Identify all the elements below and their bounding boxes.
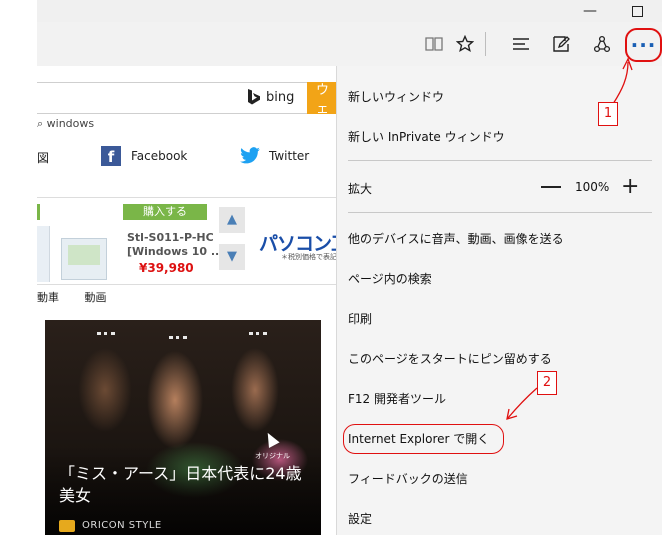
more-icon: ···	[630, 33, 657, 57]
ad-side-image	[37, 226, 50, 282]
annotation-step-1: 1	[598, 102, 618, 126]
menu-item-open-in-ie[interactable]: Internet Explorer で開く	[348, 430, 489, 447]
more-actions-menu: 新しいウィンドウ 新しい InPrivate ウィンドウ 拡大 100% + 他…	[336, 66, 662, 535]
hub-icon[interactable]	[508, 31, 534, 57]
maximize-icon	[631, 5, 643, 17]
ad-scroll-up-button[interactable]: ▲	[219, 207, 245, 233]
reading-view-icon[interactable]	[421, 31, 447, 57]
menu-divider	[348, 160, 652, 161]
ad-banner[interactable]: 購入する Stl-S011-P-HC [Windows 10 ... ¥39,9…	[37, 197, 336, 285]
twitter-link[interactable]: Twitter	[269, 149, 309, 163]
ad-product-price: ¥39,980	[139, 261, 194, 275]
ad-product-image[interactable]	[61, 238, 107, 280]
zoom-value: 100%	[575, 180, 610, 194]
menu-item-devtools[interactable]: F12 開発者ツール	[348, 390, 446, 407]
left-background	[0, 0, 37, 535]
category-item[interactable]: 動画	[85, 291, 107, 304]
facebook-link[interactable]: Facebook	[131, 149, 187, 163]
news-card[interactable]: オリジナル 「ミス・アース」日本代表に24歳美女 ORICON STYLE	[45, 320, 321, 535]
menu-item-cast[interactable]: 他のデバイスに音声、動画、画像を送る	[348, 230, 564, 247]
menu-item-feedback[interactable]: フィードバックの送信	[348, 470, 468, 487]
search-tab[interactable]: ウェ	[307, 82, 336, 117]
toolbar-separator	[485, 32, 486, 56]
ad-accent	[37, 204, 40, 220]
maximize-button[interactable]	[620, 0, 654, 22]
zoom-out-button[interactable]	[541, 186, 561, 188]
title-bar: — ✕	[37, 0, 662, 22]
search-suggestion[interactable]: ⌕ windows	[37, 117, 94, 131]
share-icon[interactable]	[589, 31, 615, 57]
menu-item-new-inprivate[interactable]: 新しい InPrivate ウィンドウ	[348, 128, 505, 145]
zoom-in-button[interactable]: +	[621, 176, 639, 198]
menu-item-pin-to-start[interactable]: このページをスタートにピン留めする	[348, 350, 552, 367]
oricon-logo-icon	[59, 520, 75, 532]
twitter-bird-icon[interactable]	[239, 147, 261, 165]
menu-item-new-window[interactable]: 新しいウィンドウ	[348, 88, 444, 105]
ad-product-sku[interactable]: Stl-S011-P-HC	[127, 231, 214, 244]
menu-item-find[interactable]: ページ内の検索	[348, 270, 432, 287]
category-row: 動車 動画	[37, 289, 129, 305]
search-box[interactable]: bing	[37, 82, 308, 114]
bing-logo-icon	[248, 89, 260, 105]
facebook-icon[interactable]: f	[101, 146, 121, 166]
more-button[interactable]: ···	[625, 28, 662, 62]
ad-brand-note: ＊税別価格で表記	[281, 253, 336, 261]
ad-buy-button[interactable]: 購入する	[123, 204, 207, 220]
minimize-button[interactable]: —	[573, 0, 607, 22]
ad-product-desc[interactable]: [Windows 10 ...	[127, 245, 223, 258]
social-links: 図 f Facebook Twitter	[37, 146, 336, 168]
crown-shape	[169, 336, 187, 348]
menu-item-zoom-label: 拡大	[348, 182, 373, 196]
web-note-icon[interactable]	[548, 31, 574, 57]
menu-item-print[interactable]: 印刷	[348, 310, 372, 327]
news-source: ORICON STYLE	[82, 520, 162, 531]
menu-item-settings[interactable]: 設定	[348, 510, 372, 527]
bing-label: bing	[266, 90, 295, 105]
browser-toolbar: ···	[37, 22, 662, 67]
crown-shape	[97, 332, 115, 344]
news-headline[interactable]: 「ミス・アース」日本代表に24歳美女	[59, 463, 309, 507]
web-page: bing ウェ ⌕ windows 図 f Facebook Twitter 購…	[37, 66, 336, 535]
ad-scroll-down-button[interactable]: ▼	[219, 244, 245, 270]
news-watermark: オリジナル	[255, 452, 290, 460]
crown-shape	[249, 332, 267, 344]
favorite-star-icon[interactable]	[452, 31, 478, 57]
social-left-label[interactable]: 図	[37, 149, 49, 166]
annotation-step-2: 2	[537, 371, 557, 395]
minimize-icon: —	[583, 3, 597, 19]
menu-divider	[348, 212, 652, 213]
category-item[interactable]: 動車	[37, 291, 59, 304]
